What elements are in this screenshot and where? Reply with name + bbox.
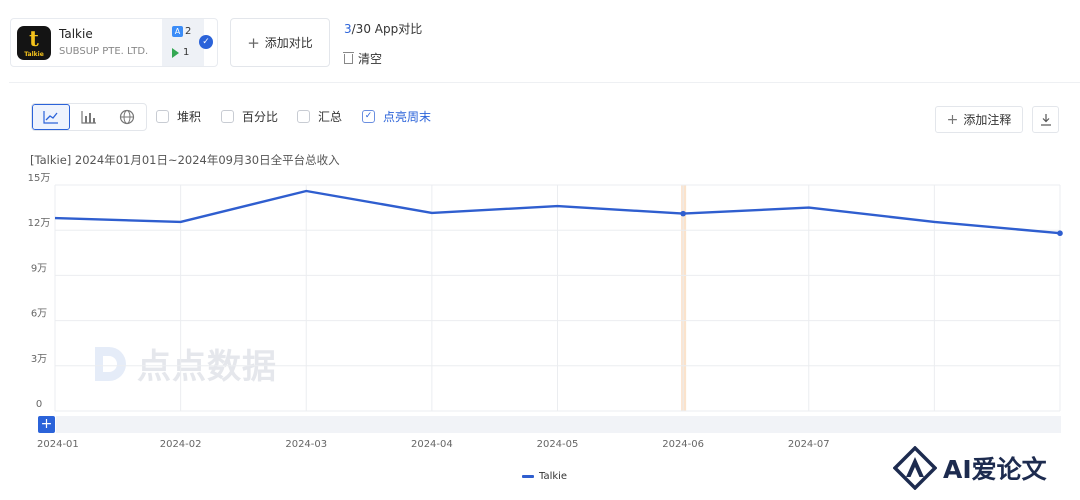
x-tick-label: 2024-02: [160, 439, 202, 450]
revenue-line-chart: 15万 12万 9万 6万 3万 0 2024-01 2024-02 2024-03 2024-0…: [28, 173, 1063, 450]
brand-a-icon: [893, 446, 937, 490]
data-point: [680, 210, 686, 217]
brand-logo: AI爱论文: [893, 446, 1047, 490]
plus-icon: +: [247, 33, 260, 52]
add-compare-button[interactable]: + 添加对比: [230, 18, 330, 67]
compare-count: 3/30 App对比: [344, 22, 423, 36]
chart-panel: 堆积 百分比 汇总 ✓ 点亮周末 + 添加注释 [Talkie] 2024年01…: [9, 82, 1080, 500]
y-tick-label: 9万: [31, 263, 47, 274]
x-tick-label: 2024-04: [411, 439, 453, 450]
x-tick-label: 2024-01: [37, 439, 79, 450]
y-tick-label: 3万: [31, 354, 47, 365]
data-point: [1057, 230, 1063, 237]
gp-count: 1: [183, 47, 190, 58]
app-card[interactable]: t Talkie Talkie SUBSUP PTE. LTD. A 2 1 ✓: [10, 18, 218, 67]
clear-button[interactable]: 清空: [343, 50, 382, 67]
y-tick-label: 15万: [28, 173, 51, 184]
trash-icon: [343, 51, 354, 64]
ios-count: 2: [185, 26, 192, 37]
selected-check-icon[interactable]: ✓: [199, 35, 213, 49]
store-counts: A 2 1: [162, 19, 204, 66]
app-publisher: SUBSUP PTE. LTD.: [59, 45, 149, 57]
app-name: Talkie: [59, 26, 93, 41]
x-tick-label: 2024-05: [537, 439, 579, 450]
x-tick-label: 2024-06: [662, 439, 704, 450]
google-play-icon: [172, 47, 179, 58]
y-tick-label: 12万: [28, 218, 51, 229]
y-tick-label: 0: [36, 399, 42, 410]
y-tick-label: 6万: [31, 309, 47, 320]
legend-item-talkie[interactable]: Talkie: [522, 471, 567, 482]
zoom-slider-track[interactable]: [56, 416, 1061, 433]
app-store-icon: A: [172, 26, 183, 37]
zoom-expand-button[interactable]: +: [38, 416, 55, 433]
x-tick-label: 2024-03: [285, 439, 327, 450]
talkie-app-icon: t Talkie: [17, 25, 51, 60]
x-tick-label: 2024-07: [788, 439, 830, 450]
